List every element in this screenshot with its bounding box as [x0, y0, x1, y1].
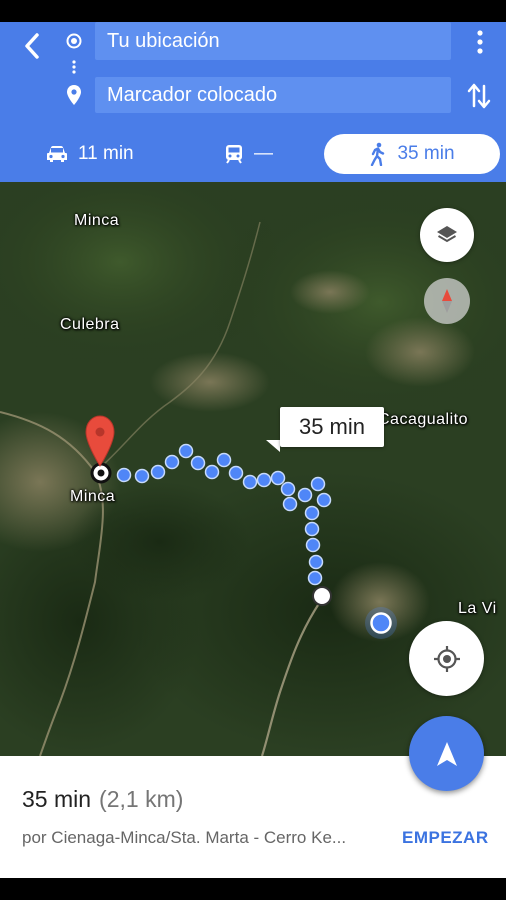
car-icon: [47, 146, 67, 162]
walk-time: 35 min: [397, 143, 455, 164]
start-navigation-button[interactable]: [409, 716, 484, 791]
compass-icon: [442, 289, 452, 313]
route-summary: 35 min (2,1 km): [22, 786, 183, 813]
back-button[interactable]: [18, 28, 46, 64]
place-label: Minca: [74, 212, 120, 229]
route-distance: (2,1 km): [99, 786, 184, 812]
route-end-point: [312, 586, 332, 606]
place-label: Cacagualito: [378, 411, 468, 428]
layers-icon: [437, 226, 457, 243]
layers-button[interactable]: [420, 208, 474, 262]
mode-car[interactable]: 11 min: [46, 132, 134, 176]
walk-icon: [371, 142, 385, 166]
route-duration-bubble[interactable]: 35 min: [280, 407, 384, 447]
compass-button[interactable]: [424, 278, 470, 324]
destination-field[interactable]: Marcador colocado: [95, 77, 451, 113]
directions-header: Tu ubicación Marcador colocado 11 min — …: [0, 22, 506, 182]
start-button[interactable]: EMPEZAR: [402, 828, 489, 848]
transit-icon: [226, 145, 242, 164]
more-icon[interactable]: [470, 28, 490, 58]
navigation-icon: [436, 741, 457, 766]
place-label: Minca: [70, 488, 116, 505]
my-location-icon: [433, 645, 460, 672]
route-duration: 35 min: [22, 786, 92, 812]
origin-field[interactable]: Tu ubicación: [95, 22, 451, 60]
place-label: Culebra: [60, 316, 120, 333]
destination-pin-icon: [67, 85, 81, 105]
mode-transit[interactable]: —: [224, 132, 273, 176]
mode-walk[interactable]: 35 min: [324, 134, 500, 174]
satellite-map[interactable]: Minca Culebra Cacagualito Minca La Vi 35…: [0, 182, 506, 756]
travel-modes: 11 min — 35 min: [0, 132, 506, 176]
current-location-dot: [370, 612, 392, 634]
place-label: La Vi: [458, 600, 497, 617]
route-bubble-tail: [266, 440, 280, 452]
maps-screen: Tu ubicación Marcador colocado 11 min — …: [0, 22, 506, 878]
transit-time: —: [254, 143, 273, 164]
swap-icon[interactable]: [466, 82, 492, 110]
car-time: 11 min: [78, 143, 134, 164]
my-location-button[interactable]: [409, 621, 484, 696]
back-icon: [25, 33, 39, 59]
route-dots-icon: [72, 60, 76, 74]
route-via: por Cienaga-Minca/Sta. Marta - Cerro Ke.…: [22, 828, 347, 847]
origin-icon: [66, 33, 82, 49]
